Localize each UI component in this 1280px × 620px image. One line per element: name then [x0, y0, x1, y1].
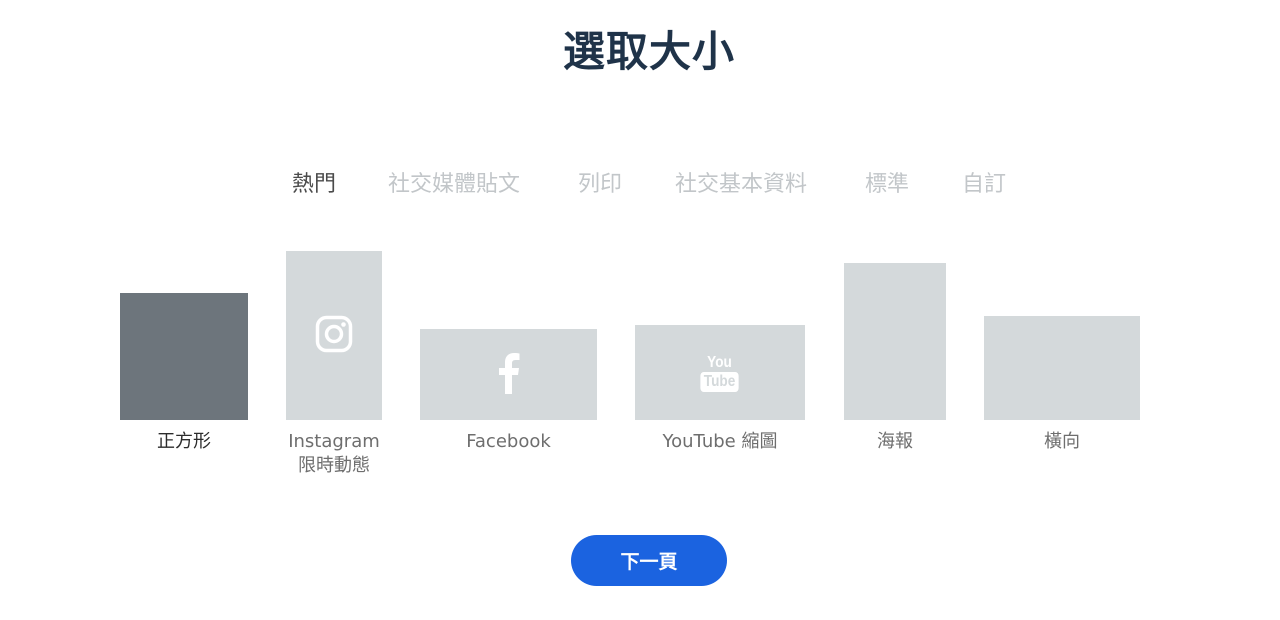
next-button[interactable]: 下一頁 [571, 535, 727, 586]
tab-standard[interactable]: 標準 [865, 166, 909, 198]
tab-custom[interactable]: 自訂 [962, 166, 1006, 198]
size-card-facebook[interactable] [420, 329, 597, 420]
size-card-poster[interactable] [844, 263, 946, 420]
tab-print[interactable]: 列印 [578, 166, 622, 198]
size-card-instagram-story[interactable] [286, 251, 382, 420]
facebook-icon [498, 352, 520, 398]
size-label-square[interactable]: 正方形 [120, 430, 248, 454]
size-label-youtube-thumbnail[interactable]: YouTube 縮圖 [635, 430, 805, 454]
size-label-instagram-story[interactable]: Instagram 限時動態 [274, 430, 394, 478]
size-card-square[interactable] [120, 293, 248, 420]
instagram-icon [315, 315, 353, 357]
page-title: 選取大小 [562, 27, 735, 76]
youtube-icon: You Tube [697, 354, 742, 392]
size-picker-page: 選取大小 熱門 社交媒體貼文 列印 社交基本資料 標準 自訂 You Tube [0, 0, 1280, 620]
size-card-youtube-thumbnail[interactable]: You Tube [635, 325, 805, 420]
tab-social-posts[interactable]: 社交媒體貼文 [388, 166, 520, 198]
tab-popular[interactable]: 熱門 [292, 166, 336, 198]
size-label-landscape[interactable]: 橫向 [984, 430, 1140, 454]
tab-social-profile[interactable]: 社交基本資料 [675, 166, 807, 198]
size-label-poster[interactable]: 海報 [844, 430, 946, 454]
size-label-facebook[interactable]: Facebook [420, 430, 597, 454]
size-card-landscape[interactable] [984, 316, 1140, 420]
